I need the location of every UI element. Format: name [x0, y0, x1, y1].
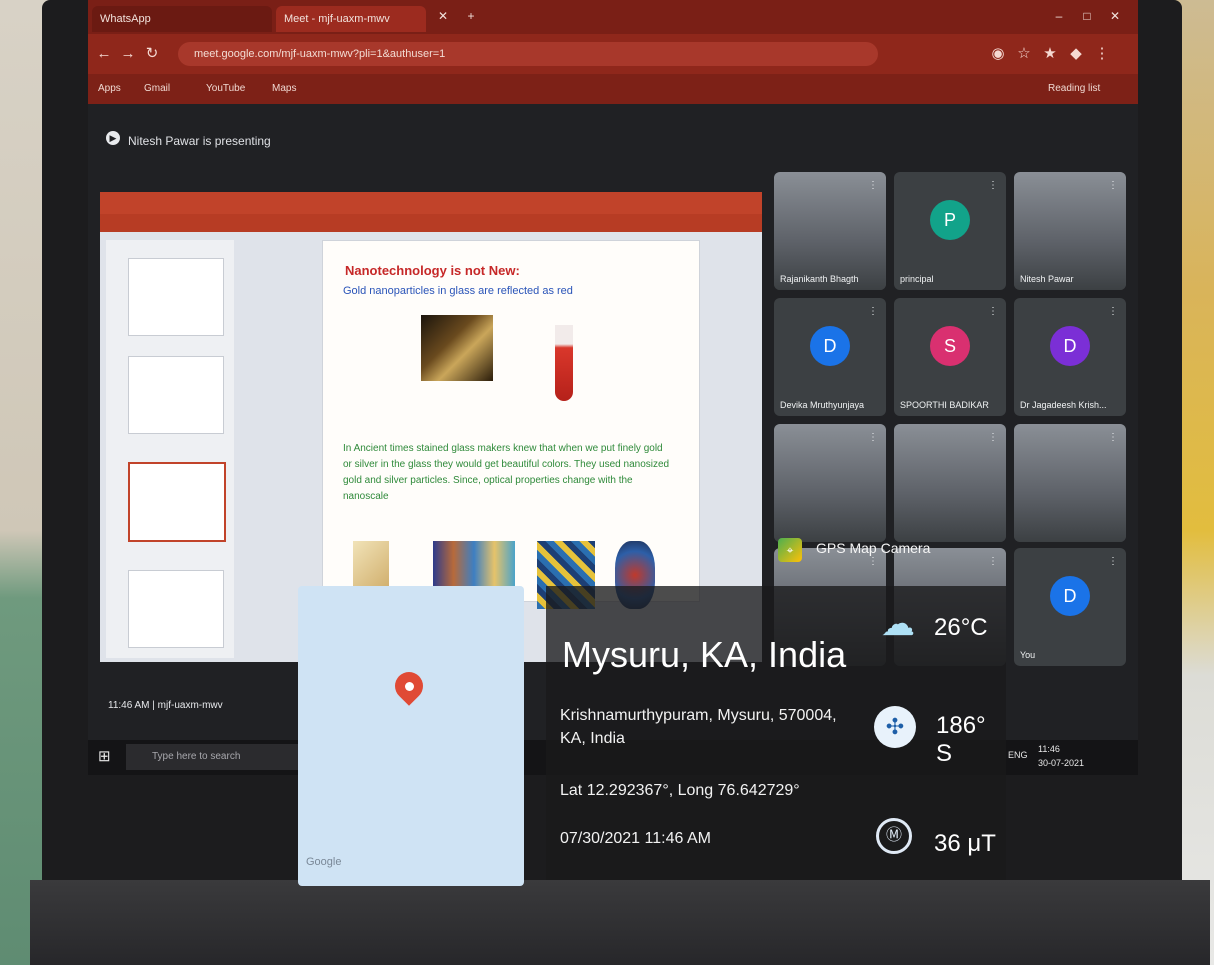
bookmark-youtube[interactable]: YouTube: [206, 80, 245, 98]
slide-thumbnails: [106, 240, 234, 658]
participant-options-icon[interactable]: ⋮: [1108, 180, 1118, 191]
new-tab-icon[interactable]: +: [460, 6, 482, 26]
participant-name: principal: [900, 274, 934, 284]
temperature-value: 26°C: [934, 614, 988, 641]
windows-start-icon[interactable]: ⊞: [98, 748, 116, 766]
taskbar-date[interactable]: 30-07-2021: [1038, 758, 1084, 768]
participant-avatar: S: [930, 326, 970, 366]
bookmark-maps[interactable]: Maps: [272, 80, 296, 98]
cloud-weather-icon: ☁: [881, 605, 915, 643]
participant-tile[interactable]: S ⋮ SPOORTHI BADIKAR: [894, 298, 1006, 416]
meeting-code: 11:46 AM | mjf-uaxm-mwv: [108, 700, 223, 711]
participant-tile[interactable]: ⋮: [894, 424, 1006, 542]
presenting-text: Nitesh Pawar is presenting: [128, 134, 271, 148]
slide-thumbnail: [128, 356, 224, 434]
compass-heading: 186° S: [936, 712, 986, 767]
participant-options-icon[interactable]: ⋮: [988, 432, 998, 443]
reading-list-button[interactable]: Reading list: [1048, 80, 1100, 98]
camera-icon[interactable]: ◉: [988, 44, 1008, 64]
participant-name: You: [1020, 650, 1036, 660]
bookmarks-bar: Apps Gmail YouTube Maps Reading list: [88, 74, 1138, 104]
bookmark-icon[interactable]: ★: [1040, 44, 1060, 64]
menu-icon[interactable]: ⋮: [1092, 44, 1112, 64]
gps-app-name: GPS Map Camera: [816, 540, 931, 556]
slide-thumbnail: [128, 570, 224, 648]
participant-options-icon[interactable]: ⋮: [868, 432, 878, 443]
location-address: Krishnamurthypuram, Mysuru, 570004, KA, …: [560, 707, 837, 747]
magnetic-field-value: 36 μT: [934, 830, 996, 857]
powerpoint-ribbon: [100, 214, 762, 232]
language-indicator[interactable]: ENG: [1008, 750, 1028, 760]
participant-tile[interactable]: ⋮ Rajanikanth Bhagth: [774, 172, 886, 290]
slide-canvas: Nanotechnology is not New: Gold nanopart…: [322, 240, 700, 609]
participant-name: SPOORTHI BADIKAR: [900, 400, 989, 410]
address-bar[interactable]: meet.google.com/mjf-uaxm-mwv?pli=1&authu…: [178, 42, 878, 66]
participant-options-icon[interactable]: ⋮: [868, 180, 878, 191]
participant-avatar: D: [810, 326, 850, 366]
slide-thumbnail-selected: [128, 462, 226, 542]
slide-subtitle: Gold nanoparticles in glass are reflecte…: [343, 285, 573, 297]
slide-body-text: In Ancient times stained glass makers kn…: [343, 443, 670, 502]
gps-map-camera-icon: ⌖: [778, 538, 802, 562]
participant-tile[interactable]: D ⋮ Devika Mruthyunjaya: [774, 298, 886, 416]
star-icon[interactable]: ☆: [1014, 44, 1034, 64]
location-coordinates: Lat 12.292367°, Long 76.642729°: [560, 782, 800, 799]
browser-tab-bar: WhatsApp Meet - mjf-uaxm-mwv ✕ + – □ ✕: [88, 0, 1138, 34]
bookmark-apps[interactable]: Apps: [98, 80, 121, 98]
participant-name: Nitesh Pawar: [1020, 274, 1074, 284]
participant-options-icon[interactable]: ⋮: [988, 556, 998, 567]
participant-avatar: P: [930, 200, 970, 240]
participant-name: Dr Jagadeesh Krish...: [1020, 400, 1107, 410]
location-city: Mysuru, KA, India: [562, 634, 847, 675]
participant-options-icon[interactable]: ⋮: [1108, 432, 1118, 443]
participant-tile[interactable]: ⋮: [1014, 424, 1126, 542]
participant-tile[interactable]: P ⋮ principal: [894, 172, 1006, 290]
map-pin-dot: [405, 682, 414, 691]
back-icon[interactable]: ←: [94, 44, 114, 64]
participant-tile[interactable]: ⋮: [774, 424, 886, 542]
participant-avatar: D: [1050, 576, 1090, 616]
presenter-icon: ▶: [106, 131, 120, 145]
bookmark-gmail[interactable]: Gmail: [144, 80, 170, 98]
powerpoint-titlebar: [100, 192, 762, 214]
red-test-tube-image: [555, 325, 573, 401]
slide-thumbnail: [128, 258, 224, 336]
browser-toolbar: ← → ↻ meet.google.com/mjf-uaxm-mwv?pli=1…: [88, 34, 1138, 74]
minimize-icon[interactable]: –: [1048, 6, 1070, 26]
gold-bars-image: [421, 315, 493, 381]
reload-icon[interactable]: ↻: [142, 44, 162, 64]
capture-datetime: 07/30/2021 11:46 AM: [560, 830, 711, 847]
compass-icon: ✣: [874, 706, 916, 748]
tab-meet[interactable]: Meet - mjf-uaxm-mwv: [276, 6, 426, 32]
tab-label: WhatsApp: [100, 13, 151, 25]
participant-options-icon[interactable]: ⋮: [988, 306, 998, 317]
taskbar-search-input[interactable]: Type here to search: [126, 744, 316, 770]
participant-tile[interactable]: ⋮ Nitesh Pawar: [1014, 172, 1126, 290]
tab-label: Meet - mjf-uaxm-mwv: [284, 13, 390, 25]
close-window-icon[interactable]: ✕: [1104, 6, 1126, 26]
close-tab-icon[interactable]: ✕: [432, 6, 454, 26]
slide-title: Nanotechnology is not New:: [345, 263, 520, 278]
map-thumbnail: Google: [298, 586, 524, 886]
forward-icon[interactable]: →: [118, 44, 138, 64]
participant-avatar: D: [1050, 326, 1090, 366]
laptop-base: [30, 880, 1210, 965]
participant-name: Devika Mruthyunjaya: [780, 400, 865, 410]
tab-whatsapp[interactable]: WhatsApp: [92, 6, 272, 32]
participant-name: Rajanikanth Bhagth: [780, 274, 859, 284]
participant-options-icon[interactable]: ⋮: [1108, 556, 1118, 567]
participant-options-icon[interactable]: ⋮: [1108, 306, 1118, 317]
participant-options-icon[interactable]: ⋮: [988, 180, 998, 191]
participant-options-icon[interactable]: ⋮: [868, 306, 878, 317]
maximize-icon[interactable]: □: [1076, 6, 1098, 26]
extensions-icon[interactable]: ◆: [1066, 44, 1086, 64]
participant-options-icon[interactable]: ⋮: [868, 556, 878, 567]
magnetic-field-icon: Ⓜ: [876, 818, 912, 854]
participant-tile[interactable]: D ⋮ You: [1014, 548, 1126, 666]
map-attribution: Google: [306, 856, 342, 868]
participant-tile[interactable]: D ⋮ Dr Jagadeesh Krish...: [1014, 298, 1126, 416]
gps-info-card: Mysuru, KA, India Krishnamurthypuram, My…: [546, 586, 1006, 880]
taskbar-clock[interactable]: 11:46: [1038, 744, 1060, 754]
